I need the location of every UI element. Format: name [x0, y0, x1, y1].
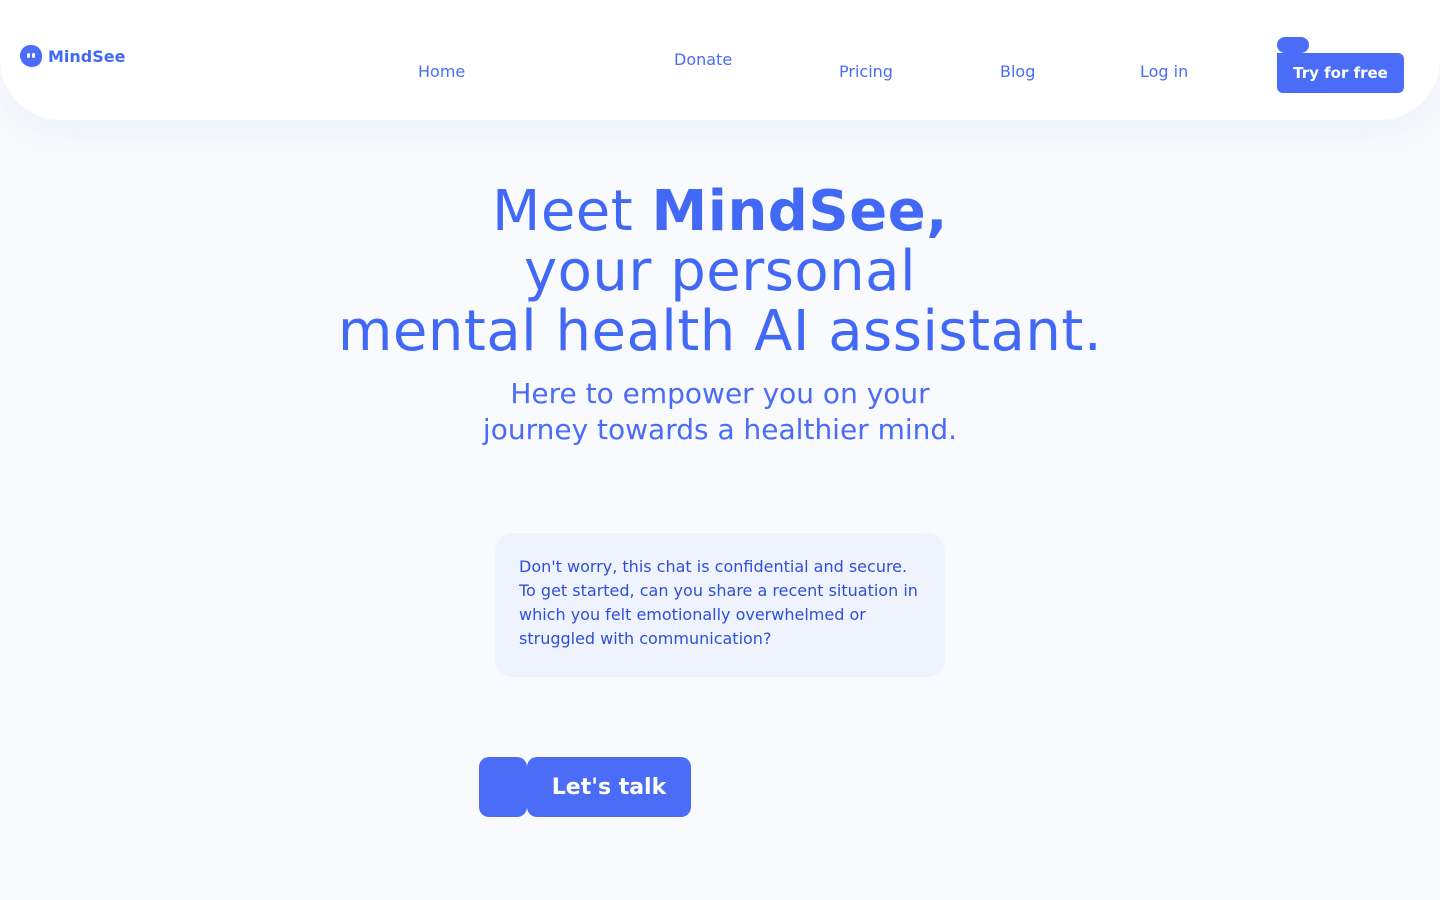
- hero-title: Meet MindSee, your personal mental healt…: [0, 182, 1440, 362]
- hero-title-brand: MindSee,: [651, 179, 948, 244]
- hero-subtitle-line1: Here to empower you on your: [510, 377, 930, 410]
- nav-login-link[interactable]: Log in: [1140, 62, 1188, 81]
- cta-pill-tab: [1277, 37, 1309, 53]
- top-navigation-bar: MindSee Home Donate Pricing Blog Log in …: [0, 0, 1440, 120]
- mindsee-face-icon: [20, 45, 42, 67]
- lets-talk-button[interactable]: Let's talk: [527, 757, 691, 817]
- brand-name: MindSee: [48, 46, 126, 66]
- nav-donate-link[interactable]: Donate: [674, 50, 732, 69]
- brand-logo[interactable]: MindSee: [20, 45, 125, 67]
- chat-message-text: Don't worry, this chat is confidential a…: [519, 557, 918, 648]
- try-for-free-button[interactable]: Try for free: [1277, 53, 1404, 93]
- hero-title-line3: mental health AI assistant.: [337, 299, 1103, 364]
- chat-message-card: Don't worry, this chat is confidential a…: [495, 533, 945, 677]
- hero-title-line2: your personal: [523, 239, 917, 304]
- nav-home-link[interactable]: Home: [418, 62, 465, 81]
- hero-title-prefix: Meet: [492, 179, 652, 244]
- nav-pricing-link[interactable]: Pricing: [839, 62, 893, 81]
- nav-blog-link[interactable]: Blog: [1000, 62, 1035, 81]
- hero-subtitle: Here to empower you on your journey towa…: [0, 376, 1440, 448]
- talk-avatar-button[interactable]: [479, 757, 527, 817]
- hero-subtitle-line2: journey towards a healthier mind.: [482, 413, 958, 446]
